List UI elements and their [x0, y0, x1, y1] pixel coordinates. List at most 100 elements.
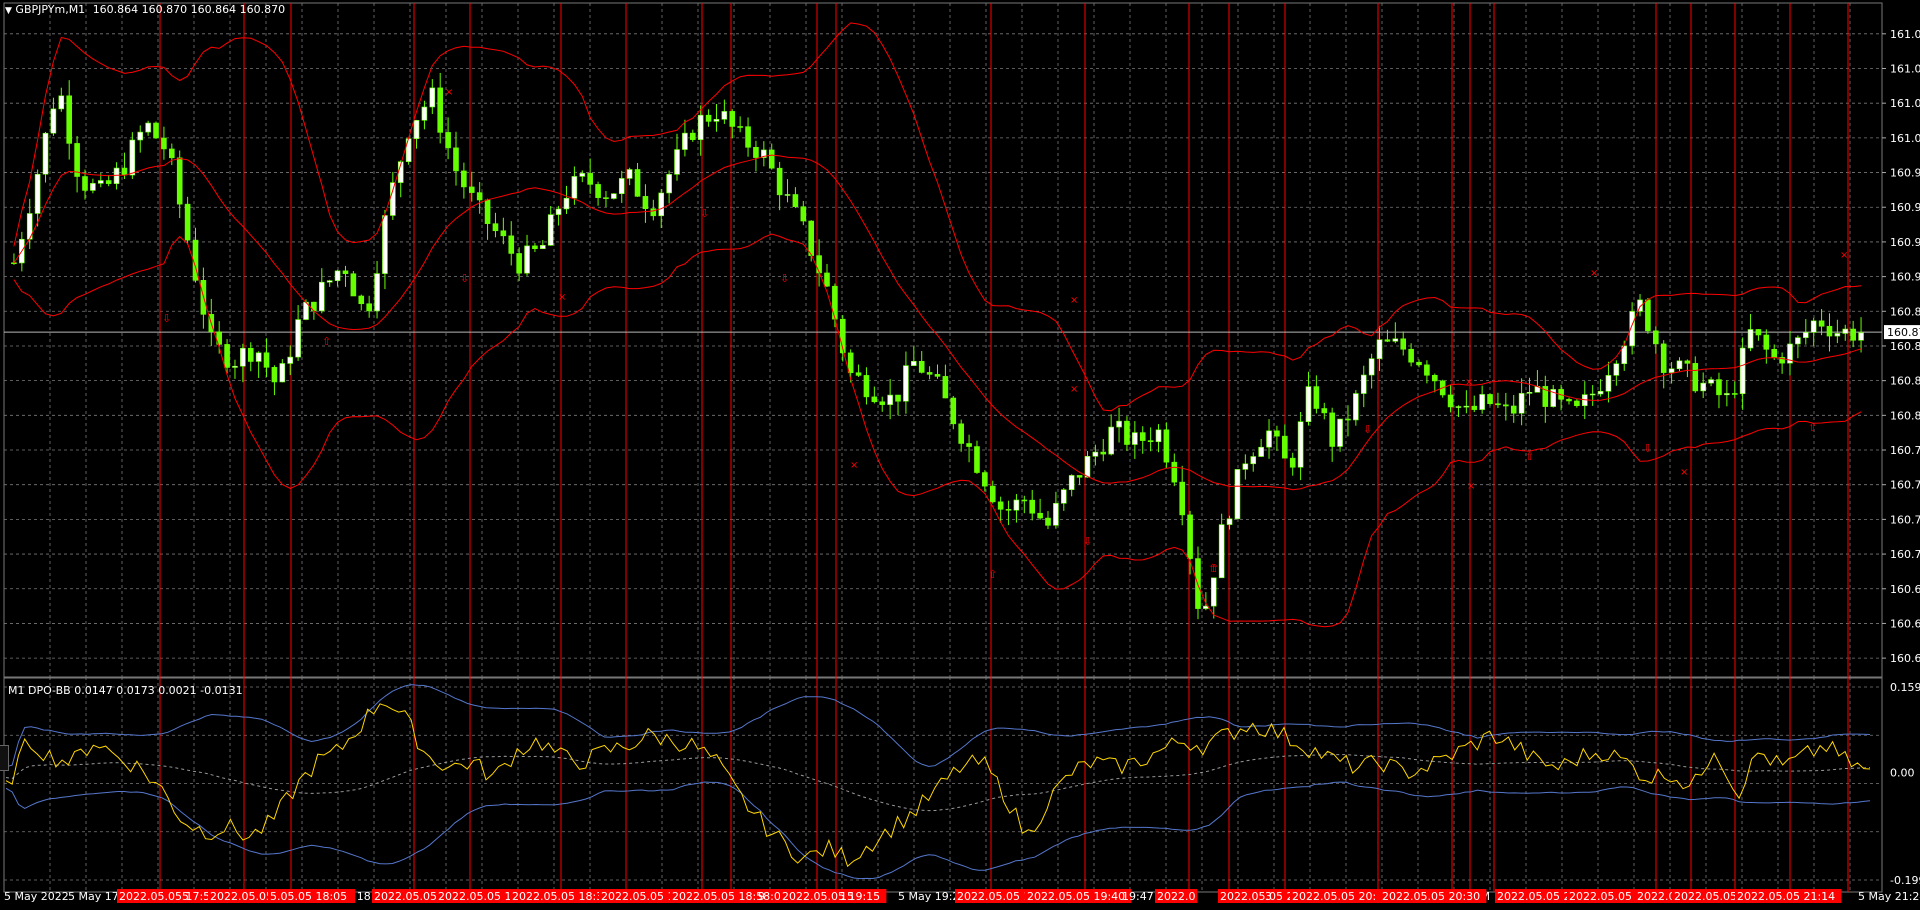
down-arrow-icon: ⇩ [1643, 442, 1652, 455]
candle-body [1431, 374, 1438, 382]
time-marker-label: 2022.05.05 17:55 [119, 890, 217, 903]
price-axis-label: 160.710 [1890, 548, 1920, 561]
candle-body [1250, 456, 1257, 465]
price-axis-label: 161.010 [1890, 132, 1920, 145]
candle-body [650, 208, 657, 217]
candle-body [1242, 463, 1249, 470]
down-arrow-icon: ⇩ [1083, 535, 1092, 548]
candle-body [1171, 461, 1178, 483]
candle-body [1289, 457, 1296, 468]
symbol-label: GBPJPYm,M1 [15, 3, 86, 16]
price-axis-label: 160.785 [1890, 444, 1920, 457]
chart-canvas[interactable]: 161.085 161.060 161.035 161.010 160.985 160.9… [0, 0, 1920, 910]
candle-body [1495, 403, 1501, 406]
trading-chart-window: 161.085 161.060 161.035 161.010 160.985 160.9… [0, 0, 1920, 910]
resize-handle-icon[interactable] [0, 745, 9, 771]
candle-body [1708, 379, 1714, 384]
candle-body [595, 184, 601, 198]
x-marker-icon: × [1590, 268, 1598, 279]
candle-body [121, 167, 128, 176]
candle-body [232, 365, 238, 368]
candle-body [1068, 475, 1075, 490]
candle-body [1771, 349, 1778, 358]
candle-body [161, 137, 167, 150]
candle-body [1416, 361, 1422, 366]
candle-body [697, 114, 704, 140]
candle-body [563, 197, 570, 210]
time-axis-label: 3 [1265, 890, 1272, 903]
candle-body [942, 376, 949, 399]
candle-body [1479, 394, 1485, 410]
candle-body [1100, 451, 1107, 455]
candle-body [1510, 405, 1517, 414]
price-axis-label: 160.810 [1890, 409, 1920, 422]
candle-body [326, 280, 333, 283]
candle-body [555, 208, 562, 215]
candle-body [1163, 429, 1170, 463]
price-axis-label: 160.835 [1890, 375, 1920, 388]
candle-body [1455, 406, 1462, 408]
candle-body [705, 114, 712, 122]
candle-body [1739, 347, 1746, 395]
candle-body [247, 347, 254, 362]
candle-body [816, 255, 822, 274]
up-arrow-icon: ⇧ [1808, 421, 1817, 434]
candle-body [1755, 329, 1762, 336]
candle-body [1653, 330, 1659, 345]
candle-body [642, 196, 649, 210]
candle-body [1360, 374, 1367, 394]
triangle-down-icon[interactable]: ▼ [5, 6, 12, 16]
candle-body [832, 285, 838, 320]
candle-body [90, 183, 96, 191]
candle-body [1258, 446, 1264, 457]
candle-body [982, 472, 988, 487]
price-axis-label: 160.935 [1890, 236, 1920, 249]
candle-body [476, 192, 483, 201]
down-arrow-icon: ⇩ [1363, 423, 1372, 436]
time-marker-label: 5.05.05 18:05 [270, 890, 347, 903]
candle-body [1716, 379, 1722, 396]
candle-body [1818, 320, 1825, 327]
candle-body [66, 95, 73, 144]
candle-body [1526, 392, 1533, 394]
candle-body [1566, 399, 1572, 402]
candle-body [1668, 368, 1675, 373]
time-marker-label: 2022.0 [1157, 890, 1196, 903]
candle-body [500, 230, 507, 237]
down-arrow-icon: ⇩ [460, 272, 469, 285]
candle-body [1124, 420, 1130, 445]
candle-body [1305, 386, 1312, 422]
candle-body [1574, 400, 1580, 407]
candle-body [532, 245, 538, 250]
candle-body [484, 199, 491, 224]
candle-body [1810, 320, 1817, 333]
candle-body [934, 374, 941, 377]
price-axis-label: 160.660 [1890, 617, 1920, 630]
candle-body [1266, 430, 1272, 448]
candle-body [176, 157, 183, 205]
x-marker-icon: × [1840, 250, 1848, 261]
candle-body [1731, 393, 1738, 395]
candle-body [1802, 332, 1809, 338]
candle-body [255, 352, 262, 362]
candle-body [729, 111, 736, 127]
candle-body [689, 132, 696, 140]
time-axis-label: 9 [758, 890, 765, 903]
candle-body [1763, 334, 1770, 350]
up-arrow-icon: ⇧ [988, 568, 997, 581]
candle-body [587, 173, 593, 185]
candle-body [153, 122, 159, 139]
candle-body [1605, 375, 1612, 392]
time-marker-label: 2022.05.05 18:37 [512, 890, 610, 903]
x-marker-icon: × [1465, 377, 1473, 388]
main-pane-frame [3, 2, 1883, 679]
candle-body [1155, 429, 1162, 443]
indicator-axis-label: 0.00 [1890, 767, 1915, 780]
candle-body [1826, 325, 1833, 337]
price-axis-label: 161.060 [1890, 62, 1920, 75]
candle-body [721, 111, 728, 120]
candle-body [1834, 333, 1841, 337]
candle-body [508, 235, 515, 254]
candle-body [137, 131, 144, 141]
candle-body [1013, 499, 1020, 511]
